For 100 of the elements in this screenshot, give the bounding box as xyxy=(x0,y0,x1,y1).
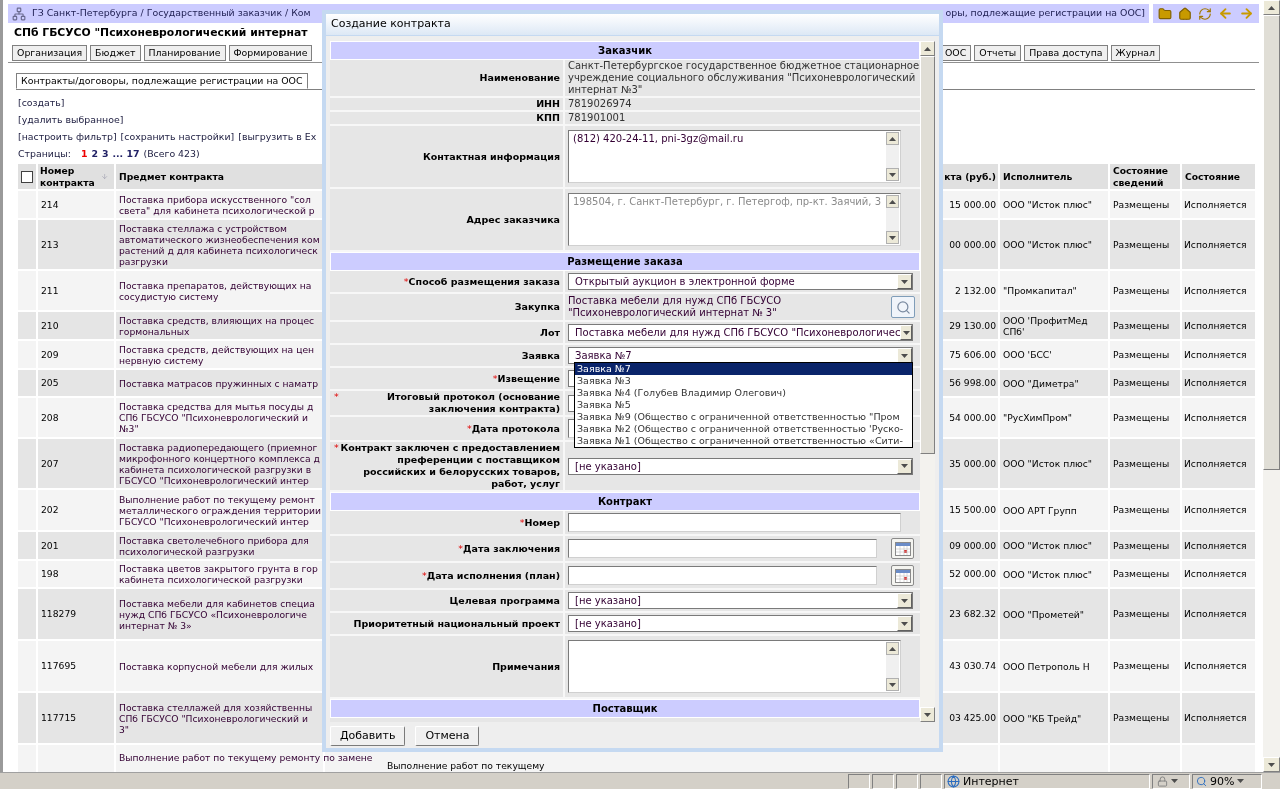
column-header[interactable]: кта (руб.) xyxy=(944,169,996,184)
scrollbar[interactable] xyxy=(1263,0,1280,772)
table-cell: "Промкапитал" xyxy=(1003,285,1077,296)
refresh-icon[interactable] xyxy=(1198,6,1212,21)
date-field[interactable] xyxy=(568,539,877,558)
scroll-down-button[interactable] xyxy=(886,168,899,181)
dropdown-option[interactable]: Заявка №4 (Голубев Владимир Олегович) xyxy=(575,387,912,399)
table-cell[interactable]: Поставка цветов закрытого грунта в гор кабинета психологической разгрузки xyxy=(119,563,318,585)
dropdown-arrow-button[interactable] xyxy=(897,593,912,608)
table-cell[interactable]: Поставка корпусной мебели для жилых xyxy=(119,660,314,672)
table-cell[interactable]: Выполнение работ по текущему ремонт металлического ограждения территории ГБСУСО "Психоневрологический интер xyxy=(119,493,321,527)
table-cell[interactable]: Поставка стеллажей для хозяйственны СПб ГБСУСО "Психоневрологический и 3" xyxy=(119,701,313,735)
table-cell[interactable]: Поставка мебели для кабинетов специа нужд СПб ГБСУСО «Психоневрологиче интернат № 3» xyxy=(119,597,315,631)
tab[interactable]: Контракты/договоры, подлежащие регистрации на ООС xyxy=(16,73,308,89)
action-link[interactable]: [создать] xyxy=(18,97,65,108)
home-icon[interactable] xyxy=(1178,6,1192,21)
dropdown-arrow-button[interactable] xyxy=(897,616,912,631)
search-button[interactable] xyxy=(891,296,915,318)
scrollbar[interactable] xyxy=(886,132,899,181)
calendar-button[interactable] xyxy=(891,538,914,559)
table-cell[interactable]: Выполнение работ по текущему ремонту по замене xyxy=(119,752,373,763)
select-field[interactable]: Открытый аукцион в электронной форме xyxy=(568,273,913,290)
select-field[interactable]: [не указано] xyxy=(568,457,913,475)
scroll-up-button[interactable] xyxy=(886,132,899,145)
scroll-down-button[interactable] xyxy=(886,678,899,691)
scroll-thumb[interactable] xyxy=(1263,15,1280,470)
select-field[interactable]: [не указано] xyxy=(568,592,913,609)
scrollbar[interactable] xyxy=(920,41,935,722)
scroll-thumb[interactable] xyxy=(920,56,935,454)
zoom-level[interactable]: 90% xyxy=(1210,774,1235,788)
dropdown-option[interactable]: Заявка №9 (Общество с ограниченной ответственностью "Пром xyxy=(575,411,912,423)
page-link[interactable]: 1 xyxy=(80,145,88,162)
text-area[interactable]: (812) 420-24-11, pni-3gz@mail.ru xyxy=(568,130,901,183)
table-cell: 117695 xyxy=(41,659,77,673)
column-header[interactable]: Номер контракта xyxy=(40,164,101,189)
tab[interactable]: Организация xyxy=(12,45,88,61)
table-cell[interactable]: Поставка средства для мытья посуды д СПб ГБСУСО "Психоневрологический и №3" xyxy=(119,401,314,434)
select-all-checkbox[interactable] xyxy=(21,170,33,183)
table-cell[interactable]: Поставка прибора искусственного "сол света" для кабинета психологической р xyxy=(119,193,315,216)
tab[interactable]: Журнал xyxy=(1110,45,1160,61)
breadcrumb[interactable]: ГЗ Санкт-Петербурга / Государственный заказчик / Ком xyxy=(32,6,311,21)
table-cell: 207 xyxy=(41,456,59,471)
add-button[interactable]: Добавить xyxy=(330,726,406,746)
table-cell[interactable]: Поставка матрасов пружинных с наматр xyxy=(119,377,318,389)
table-cell: 205 xyxy=(41,376,59,390)
scroll-up-button[interactable] xyxy=(886,642,899,655)
column-header[interactable]: Состояние сведений xyxy=(1113,164,1180,189)
dropdown-arrow-button[interactable] xyxy=(897,458,912,474)
table-cell[interactable]: Поставка светолечебного прибора для психологической разгрузки xyxy=(119,534,309,557)
dropdown-option[interactable]: Заявка №7 xyxy=(575,363,912,375)
action-link[interactable]: [выгрузить в Ex xyxy=(238,128,317,145)
scrollbar[interactable] xyxy=(886,642,899,691)
table-cell[interactable]: Поставка препаратов, действующих на сосудистую систему xyxy=(119,279,312,302)
action-link[interactable]: [настроить фильтр] xyxy=(18,128,117,145)
field-label: ИНН xyxy=(536,98,560,110)
table-cell[interactable]: Поставка средств, действующих на цен нервную систему xyxy=(119,343,315,366)
table-cell[interactable]: Поставка средств, влияющих на процес гормональных xyxy=(119,314,315,337)
action-link[interactable]: [удалить выбранное] xyxy=(18,114,124,125)
cancel-button[interactable]: Отмена xyxy=(415,726,480,746)
table-cell: Исполняется xyxy=(1184,456,1247,471)
dropdown-option[interactable]: Заявка №2 (Общество с ограниченной ответственностью 'Руско- xyxy=(575,423,912,435)
tab[interactable]: Отчеты xyxy=(974,45,1022,61)
tab[interactable]: Бюджет xyxy=(90,45,141,61)
table-cell[interactable]: Поставка радиопередающего (приемног микрофонного концертного комплекса д кабинета психологической разгрузки в ГБСУСО "Психоневрологический интер xyxy=(119,441,320,486)
breadcrumb[interactable]: оры, подлежащие регистрации на ООС] xyxy=(945,6,1145,21)
page-link[interactable]: 2 xyxy=(91,145,98,162)
caret-down-icon xyxy=(889,172,896,177)
dropdown-option[interactable]: Заявка №3 xyxy=(575,375,912,387)
caret-up-icon xyxy=(1268,5,1275,10)
select-field[interactable]: Поставка мебели для нужд СПб ГБСУСО "Психоневрологичес xyxy=(568,324,913,341)
input-field[interactable] xyxy=(568,513,901,532)
date-field[interactable] xyxy=(568,566,877,585)
tab[interactable]: Формирование xyxy=(228,45,313,61)
page-link[interactable]: ... 17 xyxy=(112,145,140,162)
section-header: Размещение заказа xyxy=(331,253,919,270)
caret-down-icon xyxy=(901,598,908,603)
table-cell[interactable]: Поставка стеллажа с устройством автоматического жизнеобеспечения ком растений д для кабинета психологическ разгрузки xyxy=(119,222,320,267)
select-field[interactable]: [не указано] xyxy=(568,615,913,632)
action-link[interactable]: [сохранить настройки] xyxy=(120,128,235,145)
tab[interactable]: Планирование xyxy=(143,45,226,61)
caret-down-icon xyxy=(889,682,896,687)
total-count: (Всего 423) xyxy=(143,147,200,161)
dropdown-option[interactable]: Заявка №5 xyxy=(575,399,912,411)
table-cell: Исполняется xyxy=(1184,237,1247,252)
calendar-button[interactable] xyxy=(891,565,914,586)
zoom-icon[interactable] xyxy=(1196,775,1207,787)
dropdown-arrow-button[interactable] xyxy=(900,325,912,340)
page-link[interactable]: 3 xyxy=(101,145,109,162)
table-cell: Размещены xyxy=(1113,456,1170,471)
column-header[interactable]: Предмет контракта xyxy=(119,169,224,184)
column-header[interactable]: Исполнитель xyxy=(1003,170,1073,183)
folder-icon[interactable] xyxy=(1158,6,1172,21)
text-area[interactable] xyxy=(568,640,901,693)
table-cell: 208 xyxy=(41,410,59,425)
column-header[interactable]: Состояние xyxy=(1185,170,1241,183)
dropdown-arrow-button[interactable] xyxy=(897,274,912,289)
table-cell: ООО "Исток плюс" xyxy=(1003,458,1093,469)
dropdown-option[interactable]: Заявка №1 (Общество с ограниченной ответственностью «Сити- xyxy=(575,435,912,447)
tab[interactable]: Права доступа xyxy=(1024,45,1108,61)
field-label: Извещение xyxy=(497,372,560,385)
